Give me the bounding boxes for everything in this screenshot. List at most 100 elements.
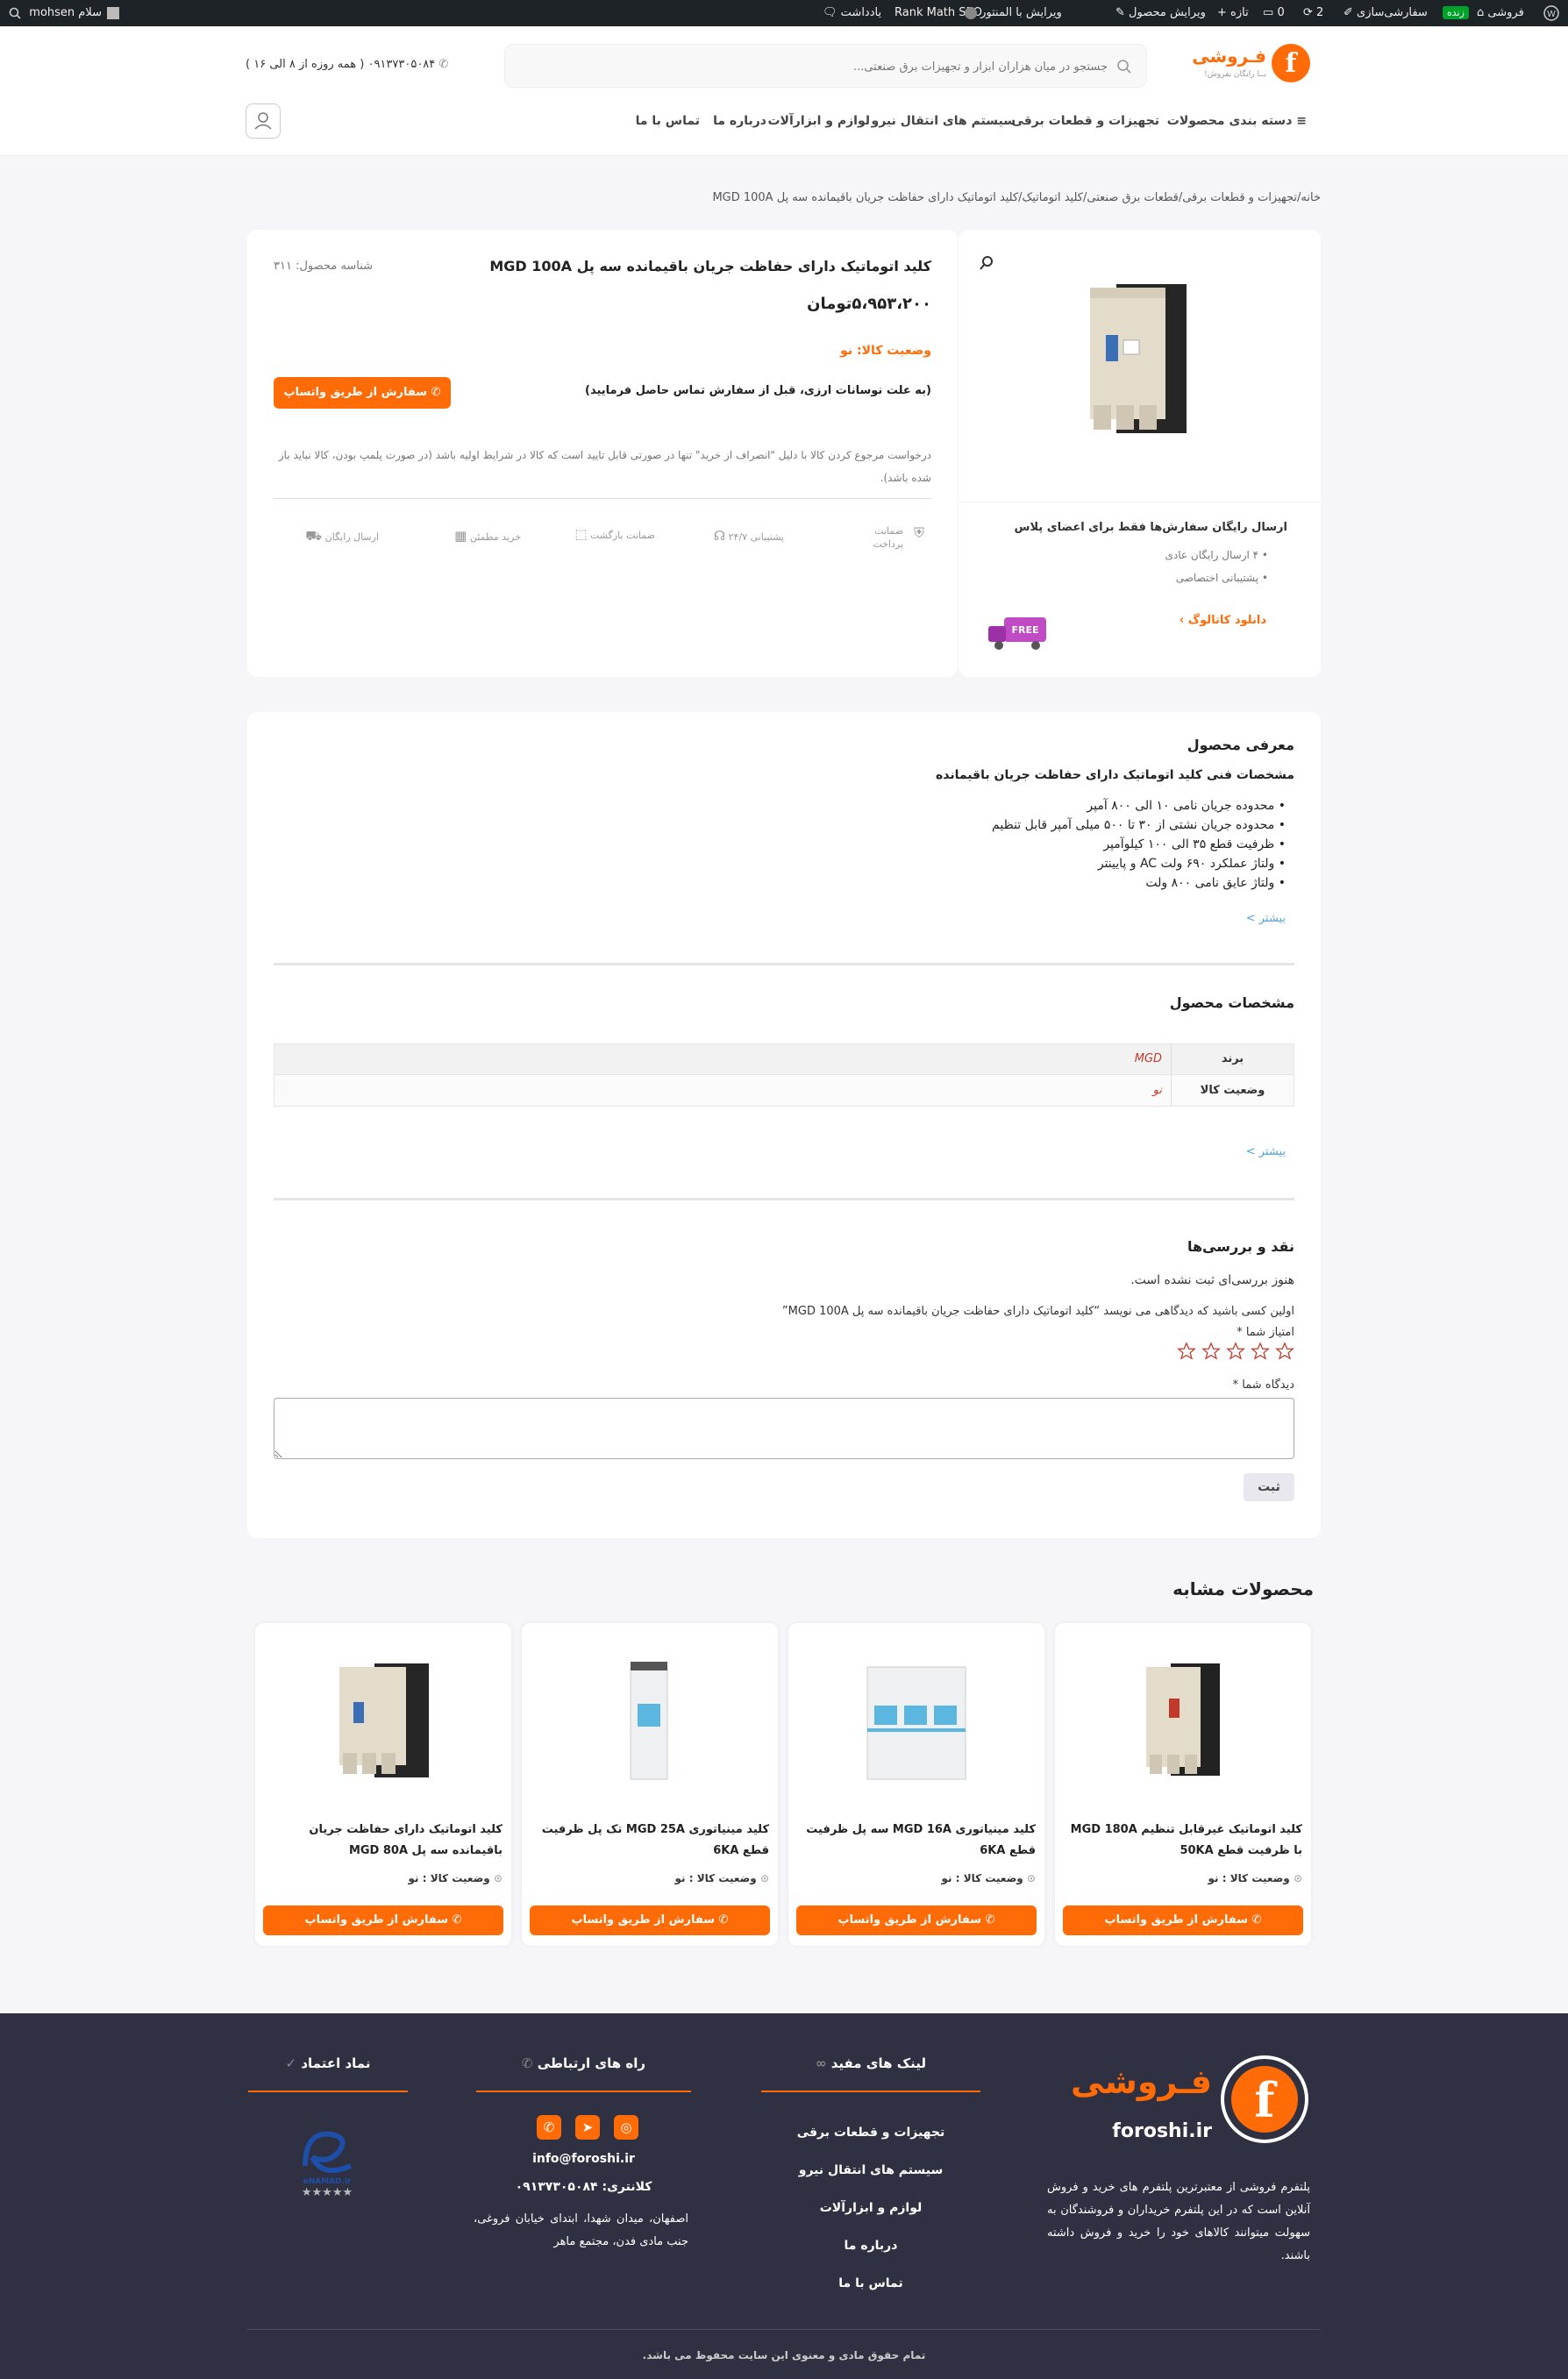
intro-more-link[interactable]: بیشتر >: [1246, 912, 1286, 925]
whatsapp-icon: ✆: [985, 1913, 995, 1927]
submit-review-button[interactable]: ثبت: [1244, 1473, 1294, 1501]
admin-customize[interactable]: سفارشی‌سازی ✐: [1343, 0, 1428, 26]
shipping-title: ارسال رایگان سفارش‌ها فقط برای اعضای پلا…: [1014, 521, 1288, 534]
link-icon: ∞: [815, 2055, 827, 2071]
whatsapp-order-button[interactable]: ✆ سفارش از طریق واتساپ: [274, 377, 451, 409]
badge-check-icon: ⊙: [759, 1872, 769, 1884]
whatsapp-order-button[interactable]: ✆ سفارش از طریق واتساپ: [796, 1905, 1037, 1935]
shield-check-icon: ⛨: [913, 524, 924, 541]
star-icon[interactable]: [1251, 1342, 1270, 1361]
intro-subheading: مشخصات فنی کلید اتوماتیک دارای حفاظت جری…: [935, 768, 1294, 782]
shipping-item: • پشتیبانی اختصاصی: [1175, 572, 1268, 584]
nav-tools[interactable]: لوازم و ابزارآلات: [767, 114, 870, 128]
admin-notes[interactable]: یادداشت 🗨: [823, 0, 881, 26]
rating-stars[interactable]: [1172, 1342, 1294, 1364]
footer-link[interactable]: تماس با ما: [761, 2276, 980, 2290]
whatsapp-order-button[interactable]: ✆ سفارش از طریق واتساپ: [1063, 1905, 1303, 1935]
phone-icon: ✆: [521, 2055, 533, 2071]
whatsapp-order-button[interactable]: ✆ سفارش از طریق واتساپ: [263, 1905, 503, 1935]
product-card-status: ⊙ وضعیت کالا : نو: [1208, 1872, 1302, 1884]
product-image: [1090, 284, 1187, 433]
product-info-card: کلید اتوماتیک دارای حفاظت جریان باقیماند…: [247, 230, 958, 677]
star-icon[interactable]: [1201, 1342, 1221, 1361]
spec-label: برند: [1171, 1044, 1294, 1074]
star-icon[interactable]: [1177, 1342, 1196, 1361]
product-image: [630, 1662, 668, 1780]
footer-link[interactable]: درباره ما: [761, 2239, 980, 2253]
whatsapp-order-button[interactable]: ✆ سفارش از طریق واتساپ: [530, 1905, 770, 1935]
product-card-title[interactable]: کلید مینیاتوری MGD 16A سه پل ظرفیت قطع 6…: [797, 1820, 1036, 1862]
admin-updates[interactable]: 2 ⟳: [1303, 0, 1323, 26]
spec-value: MGD: [1134, 1052, 1162, 1065]
enamad-badge[interactable]: eNAMAD.ir ★★★★★: [288, 2113, 367, 2201]
store-icon: ▦: [454, 528, 467, 544]
intro-bullets: • محدوده جریان نامی ۱۰ الی ۸۰۰ آمپر • مح…: [830, 796, 1286, 896]
search-icon[interactable]: [7, 0, 21, 26]
whatsapp-icon[interactable]: ✆: [537, 2115, 561, 2140]
product-card-title[interactable]: کلید اتوماتیک دارای حفاظت جریان باقیماند…: [264, 1820, 502, 1862]
admin-comments[interactable]: 0 ▭: [1263, 0, 1285, 26]
product-card[interactable]: کلید مینیاتوری MGD 16A سه پل ظرفیت قطع 6…: [788, 1623, 1044, 1946]
footer-about: پلتفرم فروشی از معتبرترین پلتفرم های خری…: [1047, 2181, 1310, 2262]
product-card-title[interactable]: کلید اتوماتیک غیرقابل تنظیم MGD 180A با …: [1064, 1820, 1302, 1862]
catalog-download-link[interactable]: دانلود کاتالوگ ›: [1180, 614, 1266, 627]
zoom-icon[interactable]: [978, 254, 995, 272]
wordpress-icon[interactable]: W: [1543, 0, 1559, 26]
nav-power-transmission[interactable]: سیستم های انتقال نیرو: [872, 114, 1016, 128]
comment-textarea[interactable]: [274, 1398, 1294, 1459]
admin-site-name[interactable]: فروشی ⌂: [1477, 0, 1524, 26]
nav-electrical[interactable]: تجهیزات و قطعات برقی: [1011, 114, 1159, 128]
social-icons: ◎ ➤ ✆: [528, 2115, 638, 2141]
headset-icon: ☊: [713, 528, 726, 544]
product-sku: شناسه محصول: ۳۱۱: [274, 260, 374, 273]
footer-phone[interactable]: کلانتری: ۰۹۱۳۷۳۰۵۰۸۴: [476, 2180, 691, 2194]
footer-link[interactable]: تجهیزات و قطعات برقی: [761, 2126, 980, 2140]
search-box[interactable]: [504, 44, 1147, 88]
svg-text:W: W: [1547, 10, 1556, 19]
nav-contact[interactable]: تماس با ما: [636, 114, 700, 128]
svg-text:f: f: [1254, 2072, 1278, 2128]
star-icon[interactable]: [1226, 1342, 1245, 1361]
rating-label: امتیاز شما *: [1237, 1326, 1294, 1339]
product-status: وضعیت کالا: نو: [840, 344, 931, 358]
footer-links-title: لینک های مفید ∞: [815, 2055, 927, 2071]
user-account-button[interactable]: [246, 103, 281, 139]
instagram-icon[interactable]: ◎: [614, 2115, 638, 2140]
home-icon: ⌂: [1477, 6, 1485, 19]
admin-edit-product[interactable]: ویرایش محصول ✎: [1115, 0, 1206, 26]
nav-about[interactable]: درباره ما: [713, 114, 766, 128]
nav-categories[interactable]: ≡ دسته بندی محصولات: [1167, 114, 1307, 128]
spec-label: وضعیت کالا: [1171, 1075, 1294, 1106]
admin-new[interactable]: تازه +: [1217, 0, 1249, 26]
search-input[interactable]: [546, 53, 1108, 80]
list-item: • ظرفیت قطع ۳۵ الی ۱۰۰ کیلوآمپر: [1103, 837, 1286, 851]
product-card[interactable]: کلید اتوماتیک دارای حفاظت جریان باقیماند…: [255, 1623, 511, 1946]
breadcrumb[interactable]: خانه/تجهیزات و قطعات برقی/قطعات برق صنعت…: [712, 191, 1321, 204]
header-phone[interactable]: ✆ ۰۹۱۳۷۳۰۵۰۸۴ ( همه روزه از ۸ الی ۱۶ ): [246, 58, 448, 71]
feature-free-shipping: ارسال رایگان ⛟: [305, 528, 379, 544]
admin-edit-elementor[interactable]: ویرایش با المنتور: [965, 0, 1062, 26]
product-card[interactable]: کلید مینیاتوری MGD 25A تک پل ظرفیت قطع 6…: [522, 1623, 778, 1946]
footer-divider: [476, 2091, 691, 2092]
price-notice: (به علت نوسانات ارزی، قبل از سفارش تماس …: [585, 384, 931, 397]
similar-heading: محصولات مشابه: [1172, 1578, 1314, 1599]
telegram-icon[interactable]: ➤: [575, 2115, 600, 2140]
footer-link[interactable]: لوازم و ابزارآلات: [761, 2201, 980, 2215]
admin-greeting[interactable]: سلام mohsen: [29, 0, 119, 26]
feature-return-guarantee: ضمانت بازگشت ⬚: [574, 526, 655, 542]
footer-link[interactable]: سیستم های انتقال نیرو: [761, 2163, 980, 2177]
first-review-text: اولین کسی باشید که دیدگاهی می نویسد “کلی…: [781, 1305, 1294, 1318]
product-card-title[interactable]: کلید مینیاتوری MGD 25A تک پل ظرفیت قطع 6…: [531, 1820, 769, 1862]
avatar: [107, 6, 119, 19]
footer-logo[interactable]: f فـروشی foroshi.ir: [1021, 2054, 1310, 2150]
product-card[interactable]: کلید اتوماتیک غیرقابل تنظیم MGD 180A با …: [1055, 1623, 1311, 1946]
footer-email[interactable]: info@foroshi.ir: [476, 2152, 691, 2166]
feature-support: پشتیبانی ۲۴/۷ ☊: [713, 528, 784, 544]
return-policy: درخواست مرجوع کردن کالا با دلیل "انصراف …: [278, 449, 931, 484]
copyright: تمام حقوق مادی و معنوی این سایت محفوظ می…: [642, 2349, 926, 2361]
specs-more-link[interactable]: بیشتر >: [1246, 1145, 1286, 1158]
search-icon: [1117, 60, 1131, 74]
star-icon[interactable]: [1275, 1342, 1294, 1361]
site-logo[interactable]: f فـروشی بــا رایگان بفروش!: [1192, 42, 1312, 91]
comment-icon: ▭: [1263, 6, 1274, 19]
